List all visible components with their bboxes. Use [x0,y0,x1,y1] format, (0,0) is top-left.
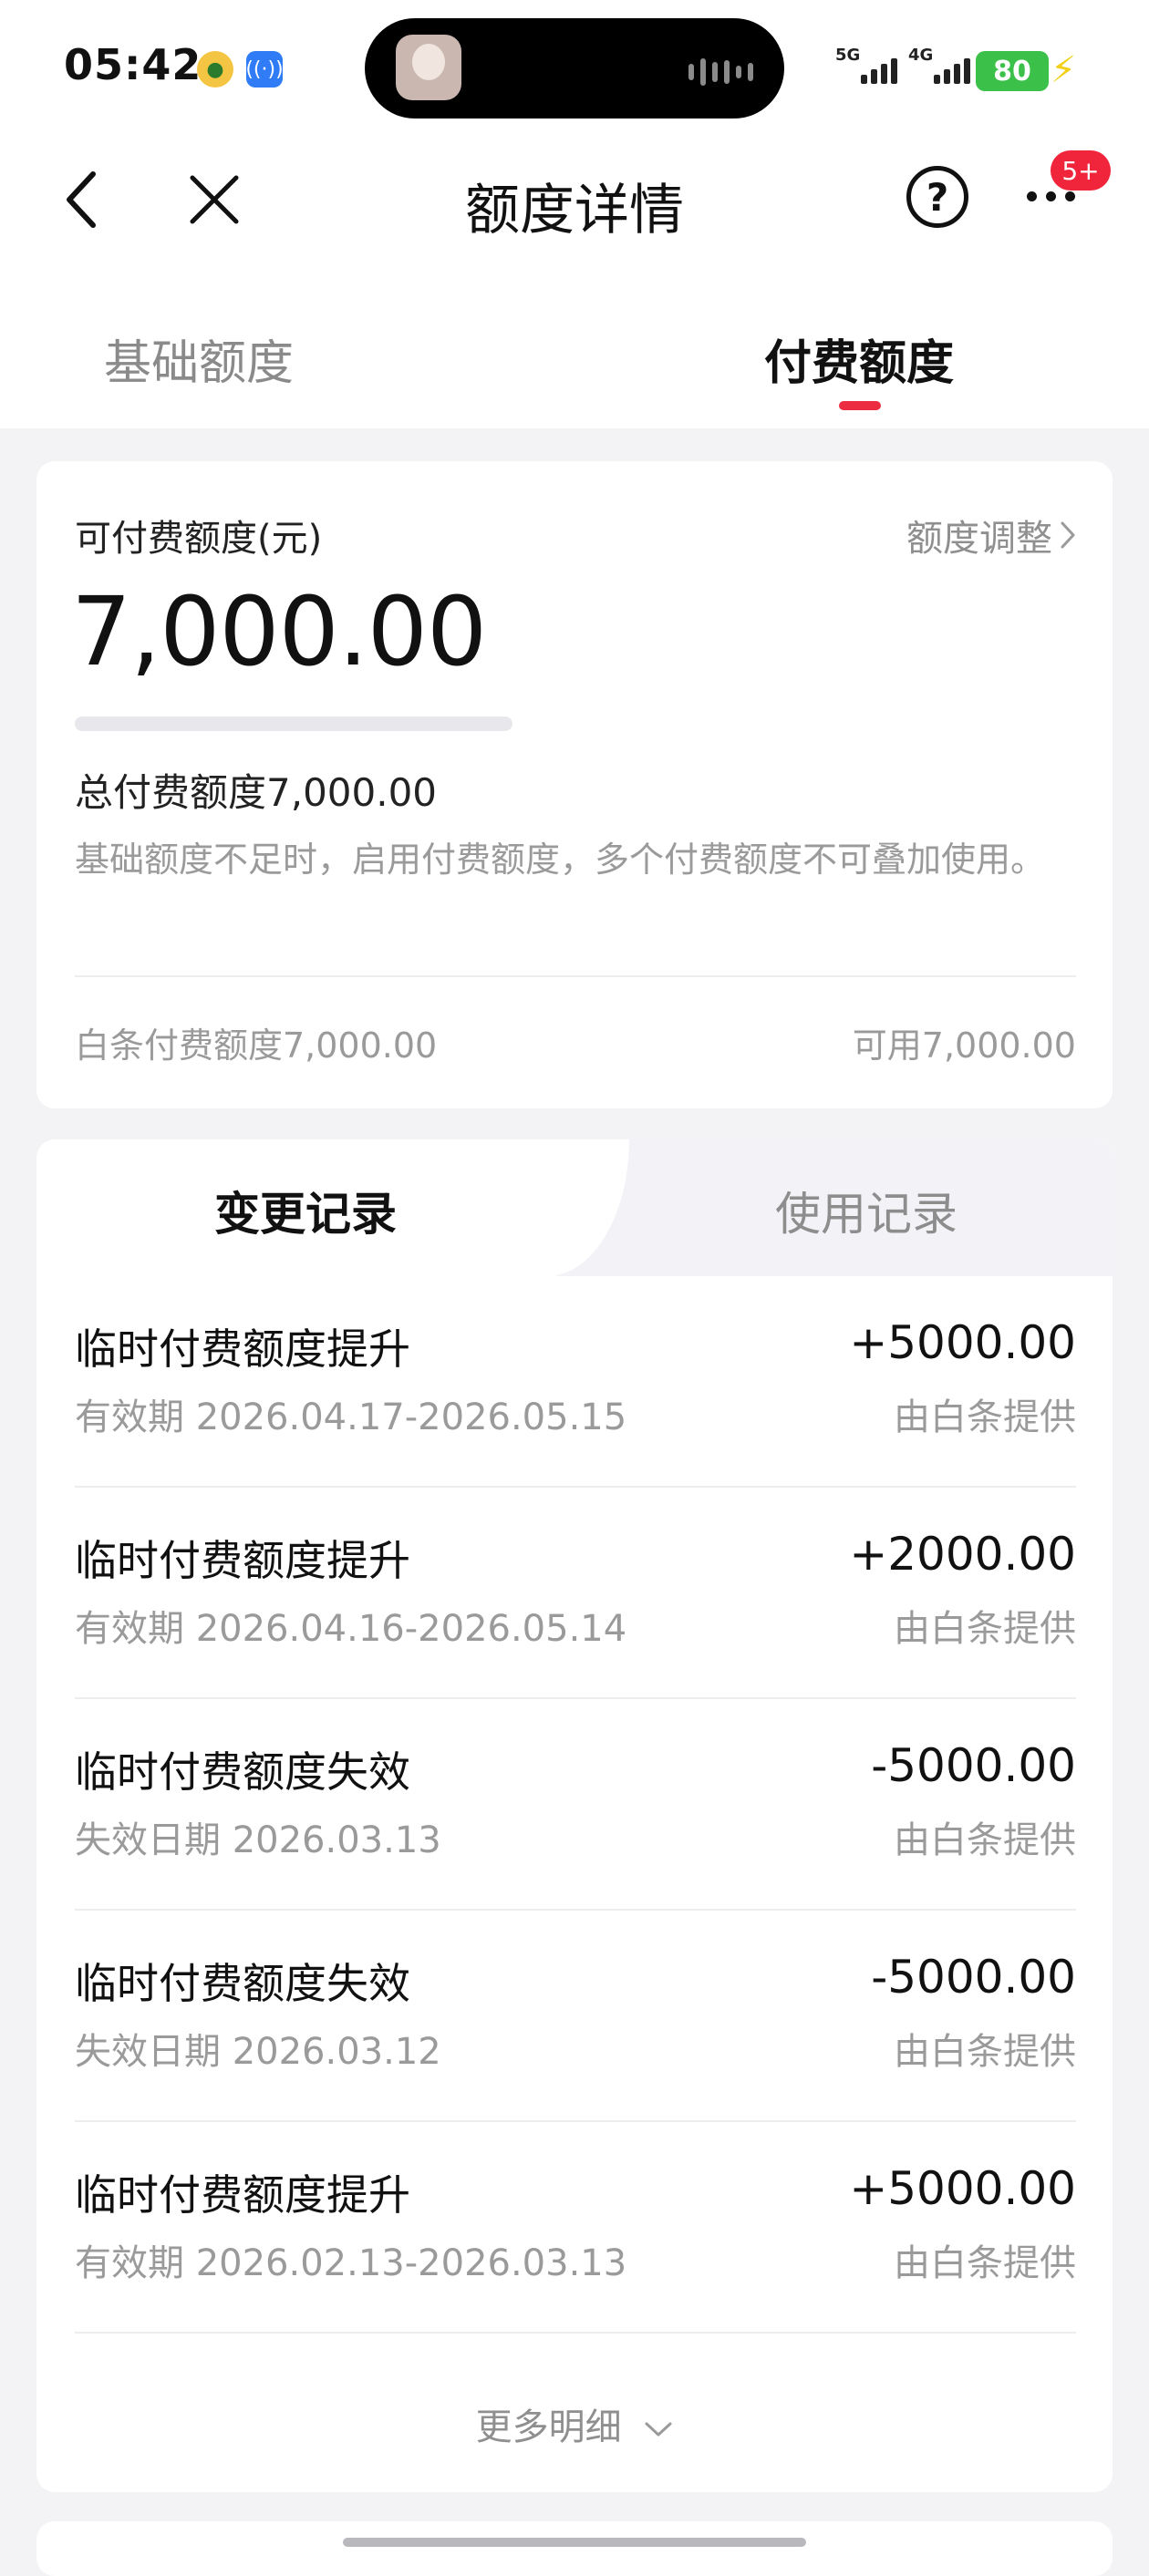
record-title: 临时付费额度失效 [75,1959,410,2008]
record-amount: -5000.00 [871,1951,1076,2004]
quota-adjust-label: 额度调整 [906,518,1052,560]
record-item[interactable]: 临时付费额度提升 有效期 2026.04.16-2026.05.14 +2000… [75,1488,1076,1699]
tab-basic-quota[interactable]: 基础额度 [104,325,469,393]
tab-paid-quota[interactable]: 付费额度 [677,325,1041,393]
chevron-right-icon [1061,521,1075,549]
record-period: 失效日期 2026.03.13 [75,1819,441,1861]
record-period: 有效期 2026.04.17-2026.05.15 [75,1396,627,1438]
quota-adjust-link[interactable]: 额度调整 [906,509,1076,562]
app-notification-icon: ● [197,51,233,88]
record-item[interactable]: 临时付费额度失效 失效日期 2026.03.13 -5000.00 由白条提供 [75,1699,1076,1911]
more-details-button[interactable]: 更多明细 [36,2397,1113,2450]
status-time: 05:42 [64,40,202,89]
active-tab-indicator [839,401,881,410]
quota-progress-bar [75,716,512,731]
page-title: 额度详情 [465,179,684,242]
media-thumbnail [396,35,461,100]
record-period: 有效期 2026.02.13-2026.03.13 [75,2242,627,2284]
navigation-bar: 额度详情 ? [0,146,1149,255]
home-indicator[interactable] [343,2538,806,2547]
record-title: 临时付费额度提升 [75,2170,410,2220]
record-item[interactable]: 临时付费额度提升 有效期 2026.02.13-2026.03.13 +5000… [75,2122,1076,2334]
record-period: 有效期 2026.04.16-2026.05.14 [75,1608,627,1650]
available-quota-label: 可付费额度(元) [75,518,323,560]
signal-bars-icon [861,58,897,84]
record-source: 由白条提供 [894,1396,1076,1438]
record-title: 临时付费额度失效 [75,1747,410,1797]
divider [75,2332,1076,2334]
nfc-icon: ((·)) [245,51,284,88]
records-card: 变更记录 使用记录 临时付费额度提升 有效期 2026.04.17-2026.0… [36,1139,1113,2492]
record-source: 由白条提供 [894,1608,1076,1650]
record-amount: +2000.00 [849,1528,1076,1581]
notification-badge: 5+ [1051,150,1111,191]
audio-wave-icon [688,58,753,86]
quota-description: 基础额度不足时，启用付费额度，多个付费额度不可叠加使用。 [75,840,1046,880]
record-source: 由白条提供 [894,2242,1076,2284]
source-quota-text: 白条付费额度7,000.00 [75,1025,438,1066]
record-amount: +5000.00 [849,1316,1076,1369]
record-source: 由白条提供 [894,2031,1076,2073]
battery-icon: 80 [976,51,1049,91]
divider [75,975,1076,977]
record-period: 失效日期 2026.03.12 [75,2031,441,2073]
help-icon[interactable]: ? [906,166,968,228]
next-card-peek [36,2521,1113,2576]
charging-bolt-icon: ⚡ [1051,49,1077,91]
tab-usage-records[interactable]: 使用记录 [620,1178,1113,1243]
record-amount: -5000.00 [871,1739,1076,1792]
network-5g-label: 5G [835,46,861,65]
record-amount: +5000.00 [849,2162,1076,2215]
record-title: 临时付费额度提升 [75,1324,410,1374]
network-4g-label: 4G [908,46,934,65]
quota-summary-card: 可付费额度(元) 额度调整 7,000.00 总付费额度7,000.00 基础额… [36,461,1113,1108]
chevron-down-icon [645,2422,672,2437]
record-title: 临时付费额度提升 [75,1536,410,1585]
usable-quota-text: 可用7,000.00 [852,1025,1076,1066]
record-item[interactable]: 临时付费额度提升 有效期 2026.04.17-2026.05.15 +5000… [75,1276,1076,1488]
tab-change-records[interactable]: 变更记录 [36,1178,574,1243]
dynamic-island[interactable] [365,18,784,118]
status-bar: 05:42 ● ((·)) 5G 4G 80 ⚡ [0,0,1149,137]
signal-bars-icon [934,58,970,84]
record-item[interactable]: 临时付费额度失效 失效日期 2026.03.12 -5000.00 由白条提供 [75,1911,1076,2122]
more-details-label: 更多明细 [475,2406,622,2448]
total-quota-text: 总付费额度7,000.00 [75,770,438,815]
available-amount: 7,000.00 [71,576,487,687]
record-source: 由白条提供 [894,1819,1076,1861]
